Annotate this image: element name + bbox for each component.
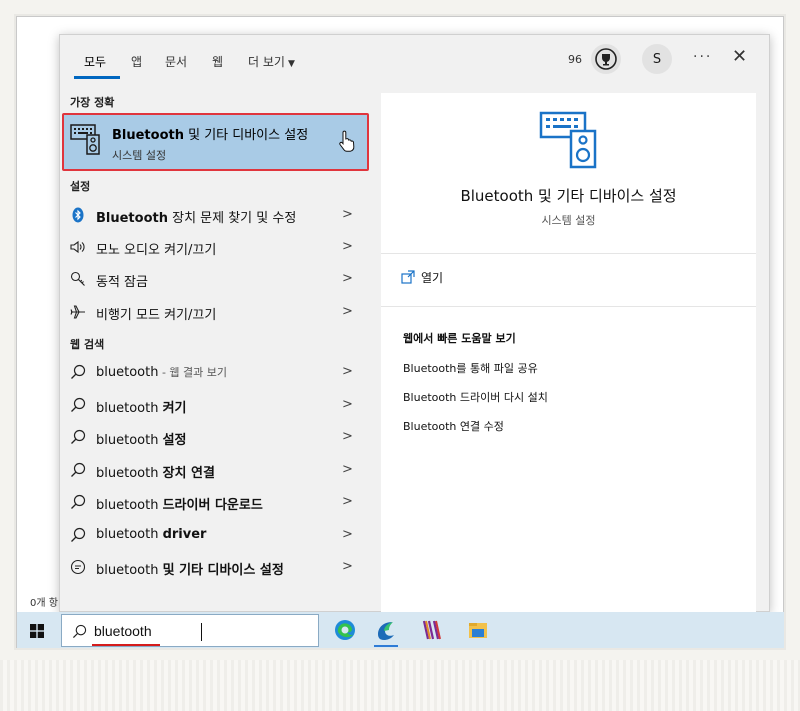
tab-more-label: 더 보기 xyxy=(248,55,285,69)
section-settings: 설정 xyxy=(70,180,91,193)
preview-pane: Bluetooth 및 기타 디바이스 설정 시스템 설정 열기 웹에서 빠른 … xyxy=(381,93,756,613)
web-result-item[interactable]: bluetooth 드라이버 다운로드 > xyxy=(60,487,370,517)
settings-item-label: 비행기 모드 켜기/끄기 xyxy=(96,308,217,323)
chevron-right-icon[interactable]: > xyxy=(342,239,353,254)
devices-icon xyxy=(539,109,599,173)
preview-title: Bluetooth 및 기타 디바이스 설정 xyxy=(460,187,677,205)
rewards-points: 96 xyxy=(568,53,582,66)
speaker-icon xyxy=(70,239,88,255)
web-help-link[interactable]: Bluetooth 드라이버 다시 설치 xyxy=(403,389,548,405)
spellcheck-underline xyxy=(92,644,160,646)
web-result-label: bluetooth 장치 연결 xyxy=(96,466,215,481)
preview-subtitle: 시스템 설정 xyxy=(541,214,596,227)
text-caret xyxy=(201,623,202,641)
web-result-label: bluetooth - 웹 결과 보기 xyxy=(96,365,228,380)
chevron-down-icon: ▼ xyxy=(287,59,295,69)
rewards-trophy-icon[interactable] xyxy=(591,44,621,74)
hand-cursor-icon xyxy=(338,130,356,156)
paper-edge xyxy=(0,660,800,711)
tab-more[interactable]: 더 보기 ▼ xyxy=(248,53,295,70)
web-result-item[interactable]: bluetooth 켜기 > xyxy=(60,390,370,420)
tab-web[interactable]: 웹 xyxy=(212,53,223,70)
chevron-right-icon[interactable]: > xyxy=(342,207,353,222)
search-icon xyxy=(70,462,88,478)
web-result-label: bluetooth driver xyxy=(96,527,207,542)
active-tab-indicator xyxy=(74,76,120,79)
chat-search-icon xyxy=(70,559,88,575)
file-explorer-icon[interactable] xyxy=(464,616,492,644)
section-best-match: 가장 정확 xyxy=(70,96,115,109)
tab-all[interactable]: 모두 xyxy=(84,53,106,70)
search-icon xyxy=(72,624,87,643)
chevron-right-icon[interactable]: > xyxy=(342,397,353,412)
search-icon xyxy=(70,494,88,510)
best-match-subtitle: 시스템 설정 xyxy=(112,149,167,162)
windows-start-icon[interactable] xyxy=(30,623,44,642)
settings-item-bluetooth-troubleshoot[interactable]: Bluetooth 장치 문제 찾기 및 수정 > xyxy=(60,200,370,230)
web-help-heading: 웹에서 빠른 도움말 보기 xyxy=(403,332,516,345)
web-result-label: bluetooth 설정 xyxy=(96,433,187,448)
bluetooth-icon xyxy=(70,207,88,223)
explorer-status-text: 0개 항 xyxy=(30,598,58,609)
best-match-title: Bluetooth 및 기타 디바이스 설정 xyxy=(112,128,309,143)
chevron-right-icon[interactable]: > xyxy=(342,462,353,477)
chevron-right-icon[interactable]: > xyxy=(342,559,353,574)
web-result-label: bluetooth 드라이버 다운로드 xyxy=(96,498,263,513)
open-action[interactable]: 열기 xyxy=(401,269,443,287)
account-avatar[interactable]: S xyxy=(642,44,672,74)
search-icon xyxy=(70,364,88,380)
section-web-search: 웹 검색 xyxy=(70,338,105,351)
key-icon xyxy=(70,271,88,287)
divider xyxy=(381,306,756,307)
divider xyxy=(381,253,756,254)
web-result-item[interactable]: bluetooth 장치 연결 > xyxy=(60,455,370,485)
chevron-right-icon[interactable]: > xyxy=(342,429,353,444)
devices-icon xyxy=(70,123,102,159)
search-icon xyxy=(70,527,88,543)
search-tabs: 모두 앱 문서 웹 더 보기 ▼ 96 S ··· ✕ xyxy=(60,35,769,91)
web-result-item[interactable]: bluetooth - 웹 결과 보기 > xyxy=(60,357,370,387)
web-result-item[interactable]: bluetooth 설정 > xyxy=(60,422,370,452)
web-help-link[interactable]: Bluetooth를 통해 파일 공유 xyxy=(403,360,538,376)
chevron-right-icon[interactable]: > xyxy=(342,527,353,542)
search-icon xyxy=(70,397,88,413)
open-icon xyxy=(401,270,415,287)
web-result-label: bluetooth 켜기 xyxy=(96,401,187,416)
web-result-item[interactable]: bluetooth 및 기타 디바이스 설정 > xyxy=(60,552,370,582)
edge-icon[interactable] xyxy=(331,616,359,644)
settings-item-label: Bluetooth 장치 문제 찾기 및 수정 xyxy=(96,211,297,226)
search-query-text: bluetooth xyxy=(94,623,152,639)
ms365-icon[interactable] xyxy=(372,616,400,647)
results-list: 가장 정확 Bluetooth 및 기타 디바이스 설정 시스템 설정 설정 B… xyxy=(60,91,380,613)
chevron-right-icon[interactable]: > xyxy=(342,304,353,319)
web-result-label: bluetooth 및 기타 디바이스 설정 xyxy=(96,563,284,578)
search-icon xyxy=(70,429,88,445)
winrar-icon[interactable] xyxy=(418,616,446,644)
taskbar: bluetooth xyxy=(17,612,784,648)
open-label: 열기 xyxy=(421,271,444,285)
settings-item-airplane-mode[interactable]: 비행기 모드 켜기/끄기 > xyxy=(60,297,370,327)
settings-item-dynamic-lock[interactable]: 동적 잠금 > xyxy=(60,264,370,294)
web-help-link[interactable]: Bluetooth 연결 수정 xyxy=(403,418,504,434)
settings-item-mono-audio[interactable]: 모노 오디오 켜기/끄기 > xyxy=(60,232,370,262)
chevron-right-icon[interactable]: > xyxy=(342,494,353,509)
more-options-icon[interactable]: ··· xyxy=(693,49,712,65)
chevron-right-icon[interactable]: > xyxy=(342,364,353,379)
airplane-icon xyxy=(70,304,88,320)
best-match-item[interactable]: Bluetooth 및 기타 디바이스 설정 시스템 설정 xyxy=(62,113,369,171)
search-panel: 모두 앱 문서 웹 더 보기 ▼ 96 S ··· ✕ 가장 정확 Blueto… xyxy=(59,34,770,613)
close-icon[interactable]: ✕ xyxy=(732,46,747,67)
settings-item-label: 동적 잠금 xyxy=(96,275,148,290)
web-result-item[interactable]: bluetooth driver > xyxy=(60,520,370,550)
tab-apps[interactable]: 앱 xyxy=(131,53,142,70)
settings-item-label: 모노 오디오 켜기/끄기 xyxy=(96,243,217,258)
chevron-right-icon[interactable]: > xyxy=(342,271,353,286)
taskbar-search-input[interactable]: bluetooth xyxy=(61,614,319,647)
tab-documents[interactable]: 문서 xyxy=(165,53,187,70)
